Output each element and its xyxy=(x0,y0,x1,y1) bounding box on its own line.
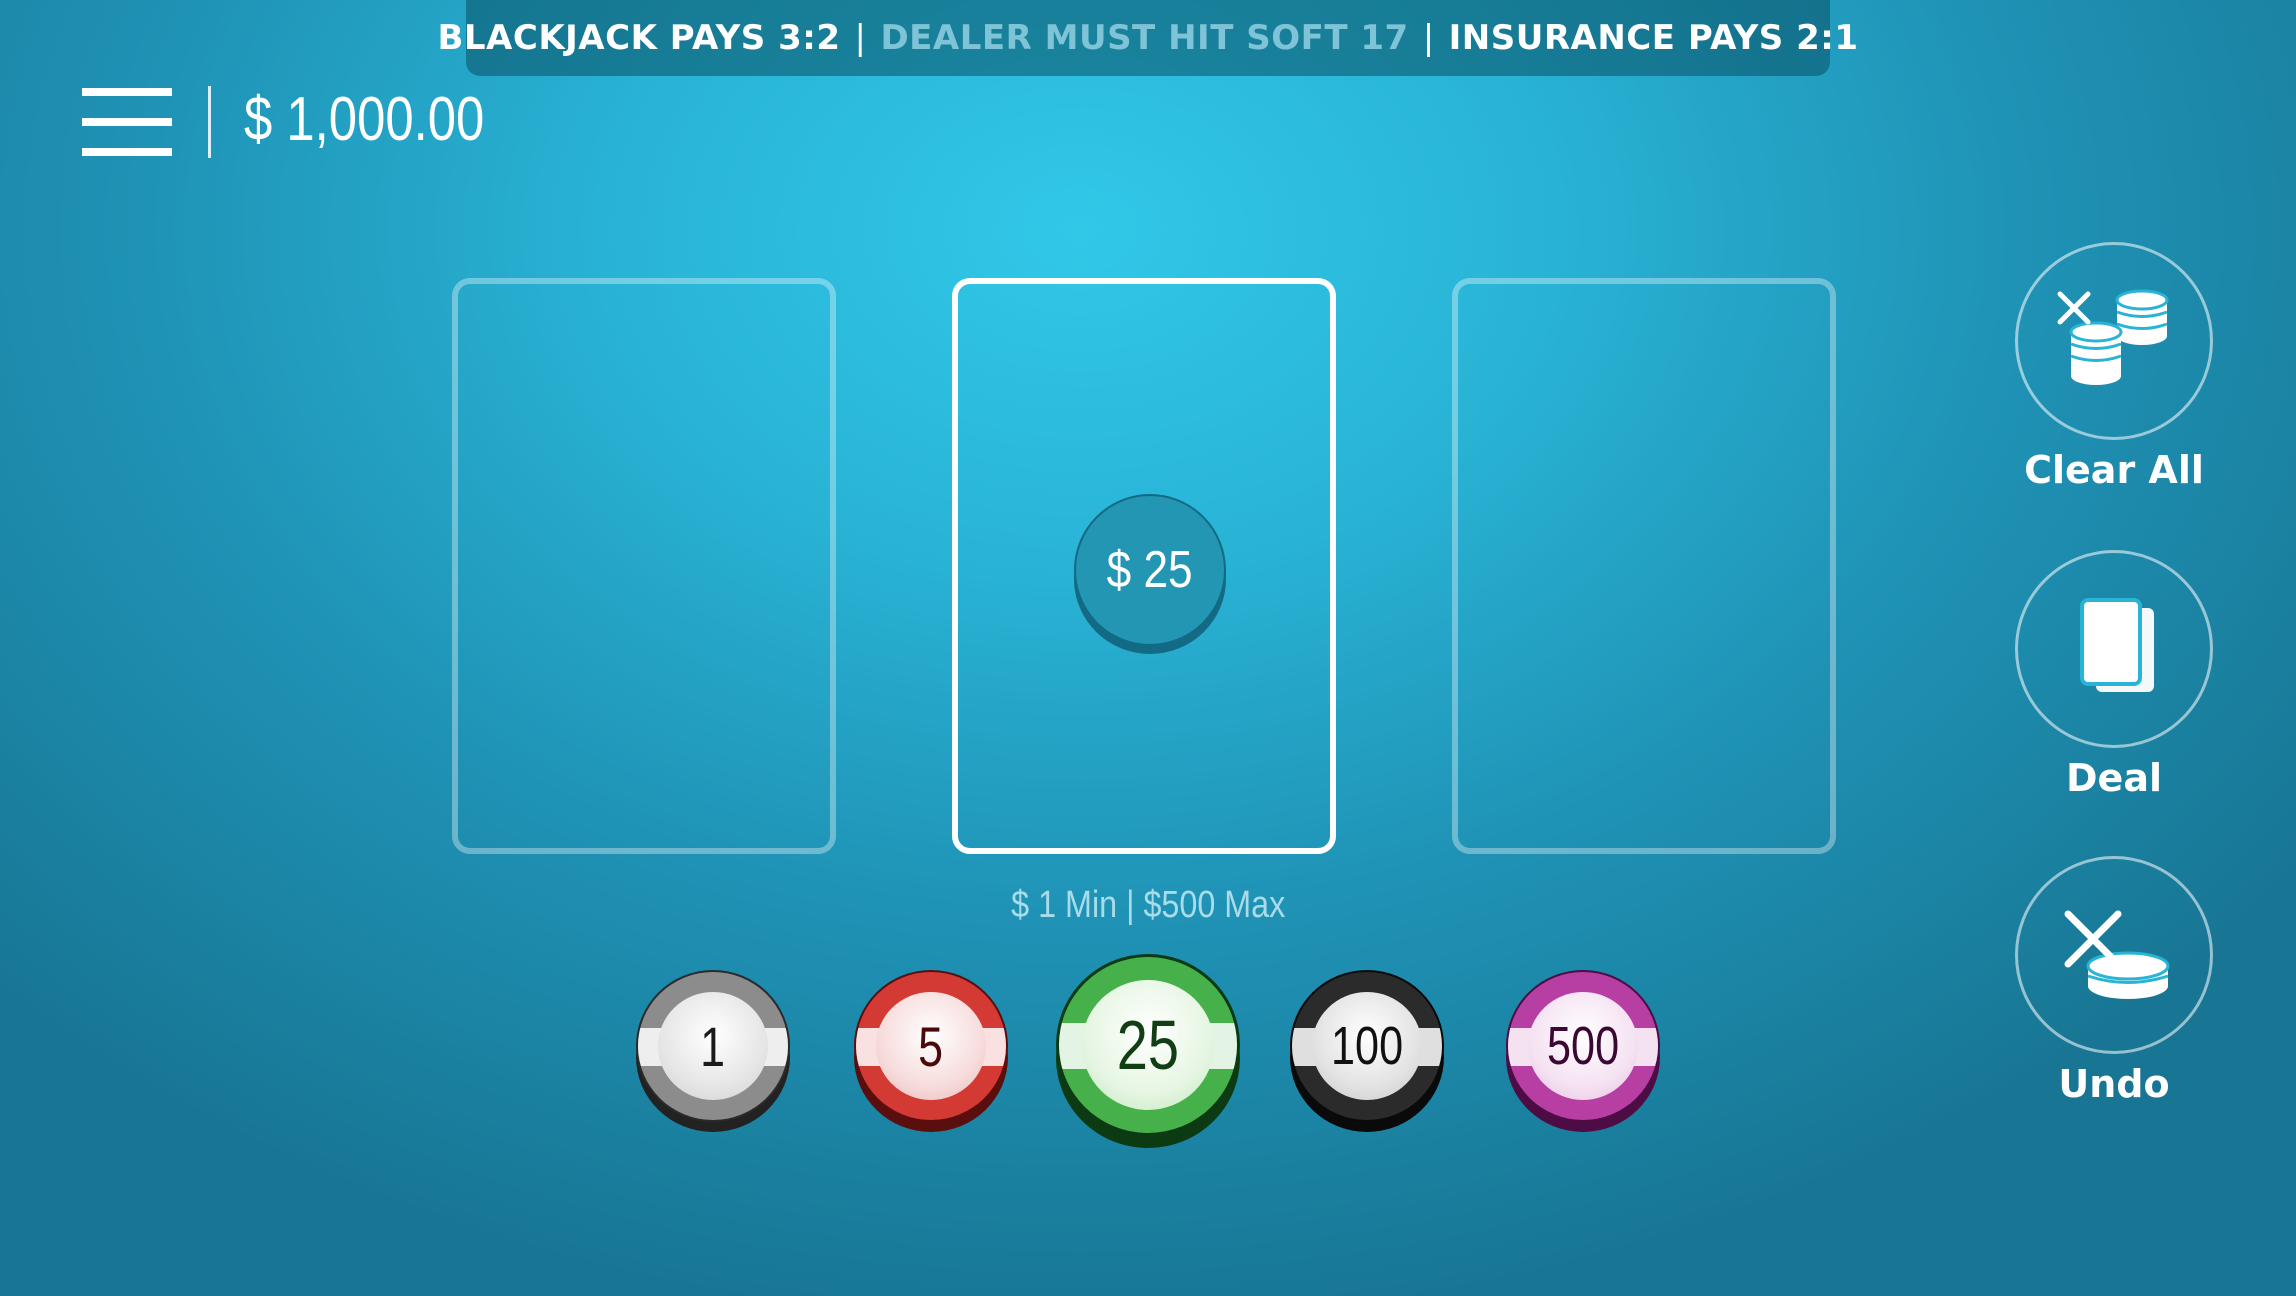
chip-500-label: 500 xyxy=(1546,1016,1620,1076)
chip-1-label: 1 xyxy=(700,1014,726,1078)
cards-icon xyxy=(2080,598,2154,692)
rule-separator: | xyxy=(1422,18,1435,58)
chip-100-label: 100 xyxy=(1330,1016,1404,1076)
undo-icon xyxy=(2064,910,2170,999)
clear-all-icon xyxy=(2057,289,2169,385)
deal-label: Deal xyxy=(2066,756,2162,800)
rule-separator: | xyxy=(854,18,867,58)
betting-spot-center[interactable]: $ 25 xyxy=(952,278,1336,854)
rule-dealer: DEALER MUST HIT SOFT 17 xyxy=(880,18,1409,58)
balance: $ 1,000.00 xyxy=(244,85,485,154)
chip-500[interactable]: 500 xyxy=(1506,970,1660,1132)
rules-banner: BLACKJACK PAYS 3:2 | DEALER MUST HIT SOF… xyxy=(437,0,1858,76)
chip-1[interactable]: 1 xyxy=(636,970,790,1132)
betting-spot-right[interactable] xyxy=(1452,278,1836,854)
clear-all-button[interactable]: Clear All xyxy=(2014,242,2214,492)
chip-100[interactable]: 100 xyxy=(1290,970,1444,1132)
undo-button[interactable]: Undo xyxy=(2014,856,2214,1106)
hamburger-menu-icon[interactable] xyxy=(82,88,172,156)
betting-spot-left[interactable] xyxy=(452,278,836,854)
deal-button[interactable]: Deal xyxy=(2014,550,2214,800)
placed-bet-chip[interactable]: $ 25 xyxy=(1074,494,1226,654)
chip-5[interactable]: 5 xyxy=(854,970,1008,1132)
chip-25[interactable]: 25 xyxy=(1056,954,1240,1148)
rule-insurance: INSURANCE PAYS 2:1 xyxy=(1448,18,1859,58)
header-divider xyxy=(208,86,211,158)
chip-25-label: 25 xyxy=(1116,1006,1180,1084)
clear-all-label: Clear All xyxy=(2024,448,2204,492)
chip-5-label: 5 xyxy=(918,1014,944,1078)
undo-label: Undo xyxy=(2058,1062,2170,1106)
rule-blackjack: BLACKJACK PAYS 3:2 xyxy=(437,18,841,58)
table-limits: $ 1 Min | $500 Max xyxy=(1010,884,1286,926)
placed-bet-label: $ 25 xyxy=(1106,541,1194,599)
